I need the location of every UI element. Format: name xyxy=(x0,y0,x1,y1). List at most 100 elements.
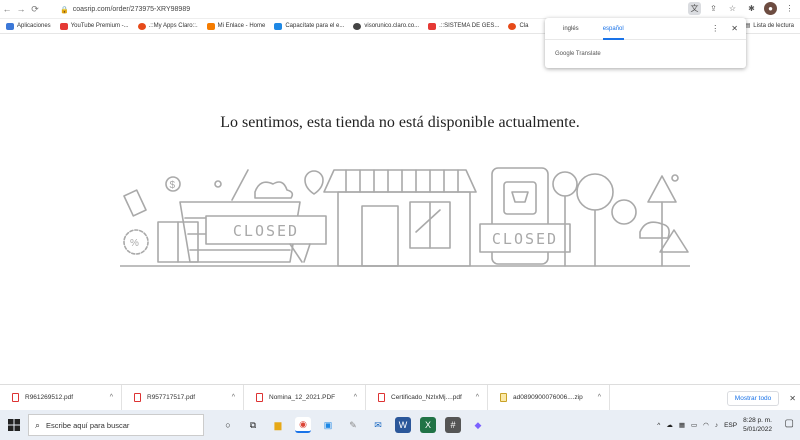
menu-icon[interactable]: ⋮ xyxy=(783,2,796,15)
notifications-icon[interactable]: ▢ xyxy=(785,418,794,429)
bookmark-label: Capacítate para el e... xyxy=(285,23,345,29)
globe-icon xyxy=(353,22,362,30)
chevron-up-icon[interactable]: ^ xyxy=(476,394,487,401)
bookmark-item[interactable]: .::My Apps Claro::. xyxy=(137,22,198,30)
cloud-icon[interactable]: ☁ xyxy=(666,421,673,429)
address-bar[interactable]: 🔒 coasrip.com/order/273975-XRY98989 xyxy=(60,3,190,16)
tab-source-language[interactable]: inglés xyxy=(563,18,579,40)
bookmark-label: Aplicaciones xyxy=(17,23,51,29)
avatar[interactable]: ● xyxy=(764,2,777,15)
tree-round xyxy=(552,171,578,197)
bookmark-item[interactable]: Capacítate para el e... xyxy=(274,22,345,30)
search-placeholder: Escribe aquí para buscar xyxy=(46,420,130,430)
chevron-up-icon[interactable]: ^ xyxy=(598,394,609,401)
bookmark-label: Mi Enlace - Home xyxy=(217,23,266,29)
tab-target-language[interactable]: español xyxy=(602,18,624,40)
claro-icon xyxy=(508,22,517,30)
taskbar-search-input[interactable]: ⌕ Escribe aquí para buscar xyxy=(28,414,204,436)
balloon-icon xyxy=(304,170,324,195)
reading-list[interactable]: ▤ Lista de lectura xyxy=(745,22,794,30)
remote-desktop-icon[interactable]: ▣ xyxy=(320,417,336,433)
downloads-bar: R961269512.pdf ^ R957717517.pdf ^ Nomina… xyxy=(0,384,800,411)
reading-list-label: Lista de lectura xyxy=(753,22,794,29)
close-icon[interactable]: ✕ xyxy=(789,394,796,403)
cortana-icon[interactable]: ○ xyxy=(220,417,236,433)
bookmark-item[interactable]: YouTube Premium -... xyxy=(59,22,129,30)
pencil-icon xyxy=(231,169,249,201)
closed-store-illustration: $ % CLOSED CLOSED xyxy=(120,167,690,267)
language-indicator[interactable]: ESP xyxy=(724,422,737,429)
wifi-icon[interactable]: ◠ xyxy=(703,421,709,429)
bookmark-label: visorunico.claro.co... xyxy=(364,23,420,29)
forward-icon[interactable]: → xyxy=(14,4,28,14)
download-item[interactable]: Nomina_12_2021.PDF ^ xyxy=(244,384,366,411)
download-filename: Nomina_12_2021.PDF xyxy=(269,394,336,401)
translate-icon[interactable]: 文 xyxy=(688,2,701,15)
google-translate-brand: Google Translate xyxy=(555,51,601,57)
download-item[interactable]: R957717517.pdf ^ xyxy=(122,384,244,411)
youtube-icon xyxy=(59,22,68,30)
task-view-icon[interactable]: ⧉ xyxy=(245,417,261,433)
dot xyxy=(214,180,222,188)
excel-icon[interactable]: X xyxy=(420,417,436,433)
show-all-button[interactable]: Mostrar todo xyxy=(726,391,780,406)
taskbar: ⌕ Escribe aquí para buscar ○ ⧉ ▆ ◉ ▣ ✎ ✉… xyxy=(0,410,800,440)
extensions-icon[interactable]: ✱ xyxy=(745,2,758,15)
url-text[interactable]: coasrip.com/order/273975-XRY98989 xyxy=(73,6,190,13)
cloud-icon xyxy=(254,181,294,199)
closed-text-right: CLOSED xyxy=(492,230,558,248)
unavailable-message: Lo sentimos, esta tienda no está disponi… xyxy=(220,114,580,131)
chevron-up-icon[interactable]: ^ xyxy=(110,394,121,401)
download-item[interactable]: ad0890900076006....zip ^ xyxy=(488,384,610,411)
bookmark-item[interactable]: Mi Enlace - Home xyxy=(206,22,266,30)
file-explorer-icon[interactable]: ▆ xyxy=(270,417,286,433)
more-options-icon[interactable]: ⋮ xyxy=(711,24,719,33)
download-item[interactable]: R961269512.pdf ^ xyxy=(0,384,122,411)
dot xyxy=(671,174,679,182)
mail-icon[interactable]: ✉ xyxy=(370,417,386,433)
bookmark-item[interactable]: visorunico.claro.co... xyxy=(353,22,420,30)
star-icon[interactable]: ☆ xyxy=(726,2,739,15)
store-door xyxy=(361,205,399,267)
download-filename: R957717517.pdf xyxy=(147,394,196,401)
download-item[interactable]: Certificado_NzIxMj....pdf ^ xyxy=(366,384,488,411)
clock[interactable]: 8:28 p. m. 5/01/2022 xyxy=(743,416,772,434)
battery-icon[interactable]: ▭ xyxy=(691,421,697,429)
claro-icon xyxy=(137,22,146,30)
pdf-file-icon xyxy=(12,393,19,402)
lock-icon: 🔒 xyxy=(60,6,69,14)
bookmark-item[interactable]: Aplicaciones xyxy=(6,22,51,30)
close-icon[interactable]: ✕ xyxy=(731,24,738,33)
svg-text:$: $ xyxy=(170,180,176,191)
bookmark-item[interactable]: .::SISTEMA DE GES... xyxy=(428,22,499,30)
chrome-icon[interactable]: ◉ xyxy=(295,417,311,433)
word-icon[interactable]: W xyxy=(395,417,411,433)
download-filename: R961269512.pdf xyxy=(25,394,74,401)
bush-icon xyxy=(611,199,637,225)
system-icon xyxy=(428,22,437,30)
windows-start-icon[interactable] xyxy=(0,410,28,440)
pdf-file-icon xyxy=(134,393,141,402)
paint-icon[interactable]: ✎ xyxy=(345,417,361,433)
bookmark-item[interactable]: Cla xyxy=(508,22,528,30)
share-icon[interactable]: ⇪ xyxy=(707,2,720,15)
chevron-up-icon[interactable]: ^ xyxy=(354,394,365,401)
search-icon: ⌕ xyxy=(35,419,41,430)
pine-tree-small-icon xyxy=(659,229,689,253)
price-tag-icon xyxy=(123,189,147,217)
back-icon[interactable]: ← xyxy=(0,4,14,14)
chevron-up-icon[interactable]: ^ xyxy=(657,422,660,429)
chevron-up-icon[interactable]: ^ xyxy=(232,394,243,401)
apps-grid-icon xyxy=(6,22,14,30)
volume-icon[interactable]: ♪ xyxy=(715,422,718,429)
cloud-icon xyxy=(639,221,670,239)
download-filename: ad0890900076006....zip xyxy=(513,394,583,401)
app-icon[interactable]: ◆ xyxy=(470,417,486,433)
closed-text-left: CLOSED xyxy=(233,222,299,240)
network-icon[interactable]: ▦ xyxy=(679,421,685,429)
calculator-icon[interactable]: # xyxy=(445,417,461,433)
pdf-file-icon xyxy=(378,393,385,402)
reload-icon[interactable]: ⟳ xyxy=(28,4,42,15)
pdf-file-icon xyxy=(256,393,263,402)
cart-icon xyxy=(511,191,529,203)
